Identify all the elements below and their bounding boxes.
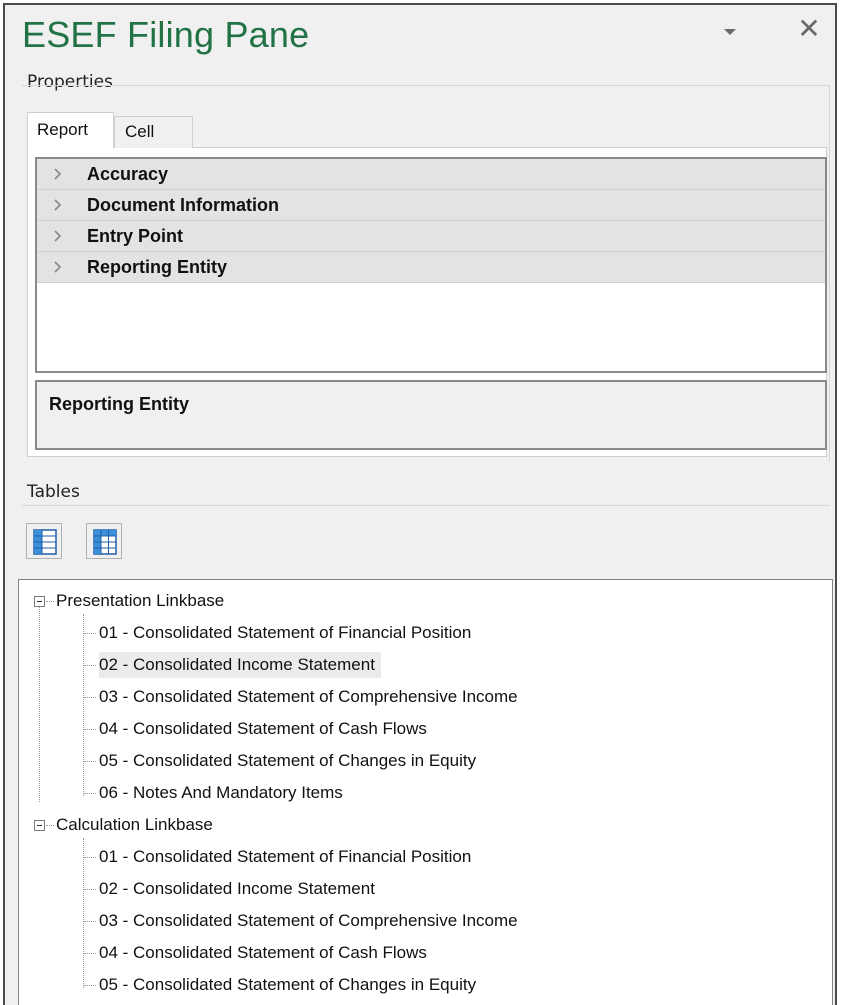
tree-node-presentation-01[interactable]: 01 - Consolidated Statement of Financial…: [99, 620, 471, 646]
tree-connector: [46, 825, 54, 826]
chevron-right-icon: [54, 168, 62, 180]
table-rows-icon: [33, 529, 57, 555]
property-description-panel: Reporting Entity: [35, 380, 827, 450]
tree-connector: [84, 697, 96, 698]
dropdown-triangle-icon: [724, 29, 736, 35]
tree-connector: [46, 601, 54, 602]
table-view-rows-button[interactable]: [26, 523, 62, 559]
collapse-presentation-toggle[interactable]: [34, 596, 45, 607]
tables-group-line: [22, 505, 830, 506]
category-label: Reporting Entity: [87, 257, 227, 277]
tree-connector: [83, 614, 84, 796]
tree-connector: [83, 838, 84, 988]
tree-connector: [84, 793, 96, 794]
tables-label: Tables: [27, 482, 80, 502]
category-accuracy[interactable]: Accuracy: [37, 159, 825, 190]
pane-title: ESEF Filing Pane: [22, 14, 310, 55]
tree-connector: [84, 889, 96, 890]
property-grid: Accuracy Document Information Entry Poin…: [35, 157, 827, 373]
close-button[interactable]: ✕: [794, 14, 824, 44]
table-view-grid-button[interactable]: [86, 523, 122, 559]
chevron-right-icon: [54, 261, 62, 273]
tree-node-presentation-04[interactable]: 04 - Consolidated Statement of Cash Flow…: [99, 716, 427, 742]
tree-connector: [84, 633, 96, 634]
tree-node-presentation-06[interactable]: 06 - Notes And Mandatory Items: [99, 780, 343, 806]
category-label: Accuracy: [87, 164, 169, 184]
category-label: Entry Point: [87, 226, 184, 246]
tab-cell[interactable]: Cell: [114, 116, 193, 148]
category-reporting-entity[interactable]: Reporting Entity: [37, 252, 825, 283]
chevron-right-icon: [54, 230, 62, 242]
category-label: Document Information: [87, 195, 279, 215]
tree-connector: [84, 665, 96, 666]
pane-options-dropdown[interactable]: [715, 20, 745, 44]
tree-node-presentation-02[interactable]: 02 - Consolidated Income Statement: [99, 652, 381, 678]
tab-report[interactable]: Report: [27, 112, 114, 148]
tree-node-calculation-01[interactable]: 01 - Consolidated Statement of Financial…: [99, 844, 471, 870]
tree-node-presentation-05[interactable]: 05 - Consolidated Statement of Changes i…: [99, 748, 476, 774]
tree-connector: [84, 985, 96, 986]
tree-connector: [84, 953, 96, 954]
tree-node-calculation-04[interactable]: 04 - Consolidated Statement of Cash Flow…: [99, 940, 427, 966]
tree-node-calculation-05[interactable]: 05 - Consolidated Statement of Changes i…: [99, 972, 476, 998]
tree-connector: [39, 606, 40, 802]
tree-node-presentation-linkbase[interactable]: Presentation Linkbase: [56, 588, 224, 614]
category-entry-point[interactable]: Entry Point: [37, 221, 825, 252]
tree-connector: [84, 921, 96, 922]
category-document-information[interactable]: Document Information: [37, 190, 825, 221]
tree-connector: [84, 729, 96, 730]
table-grid-icon: [93, 529, 117, 555]
tree-connector: [84, 857, 96, 858]
tree-node-presentation-03[interactable]: 03 - Consolidated Statement of Comprehen…: [99, 684, 518, 710]
tree-node-calculation-02[interactable]: 02 - Consolidated Income Statement: [99, 876, 375, 902]
collapse-calculation-toggle[interactable]: [34, 820, 45, 831]
tables-tree: Presentation Linkbase 01 - Consolidated …: [18, 579, 833, 1005]
chevron-right-icon: [54, 199, 62, 211]
tree-node-calculation-03[interactable]: 03 - Consolidated Statement of Comprehen…: [99, 908, 518, 934]
tree-connector: [84, 761, 96, 762]
description-title: Reporting Entity: [49, 394, 189, 414]
tree-node-calculation-linkbase[interactable]: Calculation Linkbase: [56, 812, 213, 838]
